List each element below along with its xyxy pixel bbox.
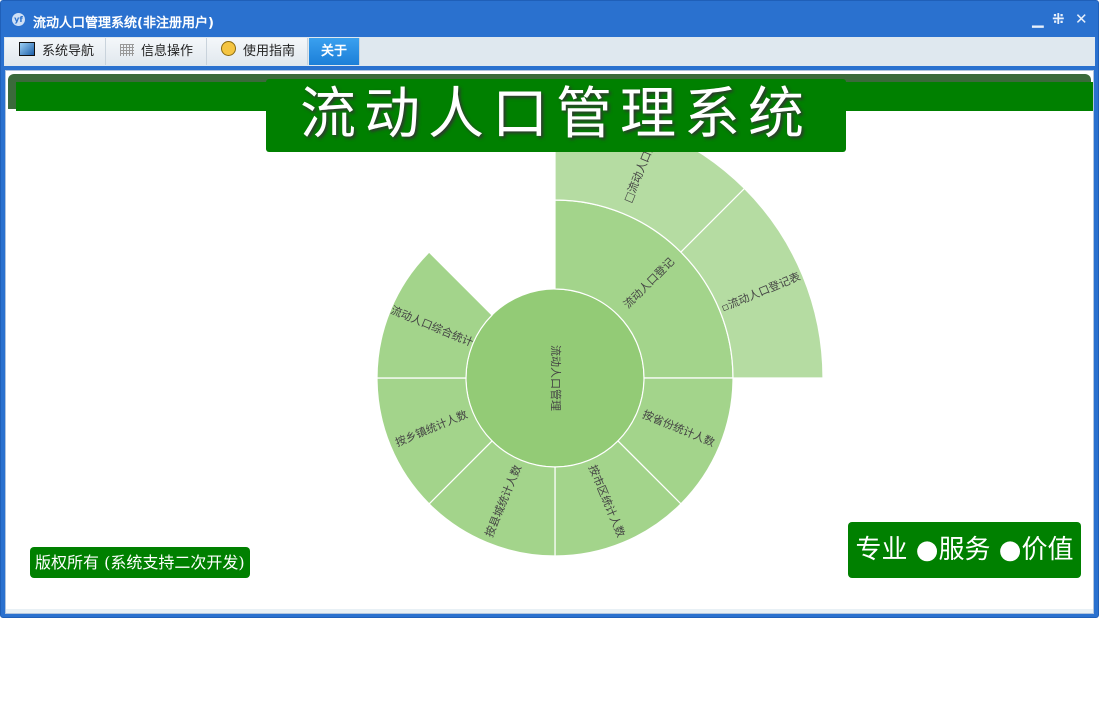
monitor-icon <box>19 42 35 56</box>
tab-user-guide[interactable]: 使用指南 <box>207 38 308 65</box>
tab-label: 关于 <box>320 44 347 59</box>
content-footer <box>6 609 1093 613</box>
title-bar: yf 流动人口管理系统(非注册用户) ▁ ⁜ ✕ <box>1 1 1098 37</box>
close-icon[interactable]: ✕ <box>1075 10 1088 28</box>
app-logo-icon: yf <box>12 13 25 26</box>
tab-label: 信息操作 <box>141 44 194 59</box>
help-icon <box>221 41 236 56</box>
content-panel: 流动人口管理 流动人口登记 按省份统计人数 按市区统计人数 按县城统计人数 按乡镇统计人数… <box>5 70 1094 614</box>
restore-icon[interactable]: ⁜ <box>1052 10 1065 28</box>
grid-icon <box>120 44 134 56</box>
app-window: yf 流动人口管理系统(非注册用户) ▁ ⁜ ✕ 系统导航 信息操作 使用指南 … <box>0 0 1099 618</box>
tab-system-nav[interactable]: 系统导航 <box>5 38 106 65</box>
page-title: 流动人口管理系统 <box>266 79 846 152</box>
tab-label: 系统导航 <box>42 44 95 59</box>
tab-about[interactable]: 关于 <box>309 38 360 65</box>
sunburst-root-label: 流动人口管理 <box>549 345 563 411</box>
minimize-icon[interactable]: ▁ <box>1032 10 1044 28</box>
menu-bar: 系统导航 信息操作 使用指南 关于 <box>4 37 1095 66</box>
tab-info-ops[interactable]: 信息操作 <box>106 38 207 65</box>
tab-label: 使用指南 <box>243 44 296 59</box>
slogan-badge: 专业 ●服务 ●价值 <box>848 522 1081 578</box>
window-title: 流动人口管理系统(非注册用户) <box>33 16 214 31</box>
copyright-badge: 版权所有 (系统支持二次开发) <box>30 547 250 578</box>
